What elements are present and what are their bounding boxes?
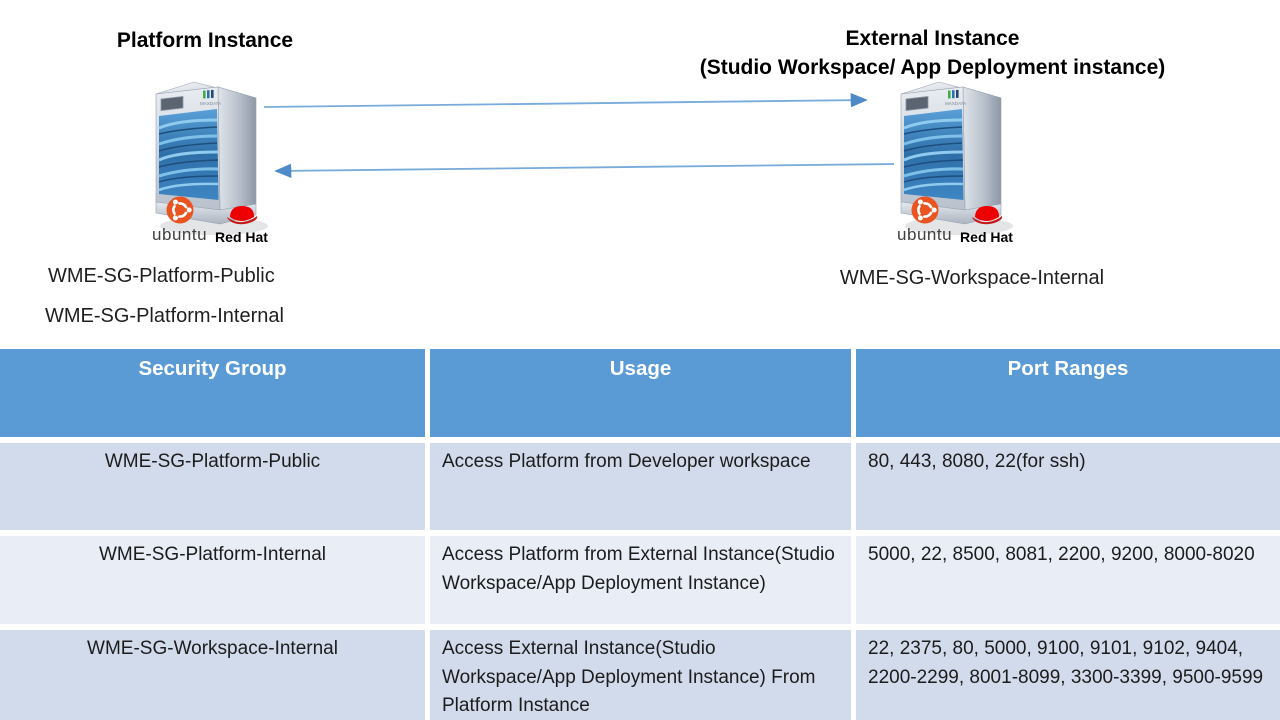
table-cell-r2-c0: WME-SG-Workspace-Internal <box>0 630 425 720</box>
redhat-label: Red Hat <box>960 229 1013 245</box>
label-workspace-internal: WME-SG-Workspace-Internal <box>772 267 1172 290</box>
label-platform-public: WME-SG-Platform-Public <box>48 265 275 288</box>
ubuntu-logo-block: ubuntu <box>152 196 207 245</box>
redhat-logo-block: Red Hat <box>960 200 1013 245</box>
external-os-logos: ubuntu Red Hat <box>887 196 1023 245</box>
ubuntu-logo-icon <box>911 196 939 224</box>
ubuntu-label: ubuntu <box>152 225 207 245</box>
table-header-2: Port Ranges <box>856 349 1280 437</box>
label-platform-internal: WME-SG-Platform-Internal <box>45 305 284 328</box>
ubuntu-logo-icon <box>166 196 194 224</box>
table-cell-r2-c1: Access External Instance(Studio Workspac… <box>430 630 851 720</box>
table-cell-r2-c2: 22, 2375, 80, 5000, 9100, 9101, 9102, 94… <box>856 630 1280 720</box>
architecture-diagram: Platform Instance External Instance (Stu… <box>0 0 1280 349</box>
redhat-logo-block: Red Hat <box>215 200 268 245</box>
redhat-logo-icon <box>970 200 1004 226</box>
table-cell-r1-c1: Access Platform from External Instance(S… <box>430 536 851 624</box>
redhat-logo-icon <box>225 200 259 226</box>
table-cell-r0-c2: 80, 443, 8080, 22(for ssh) <box>856 443 1280 530</box>
table-cell-r1-c0: WME-SG-Platform-Internal <box>0 536 425 624</box>
table-cell-r0-c1: Access Platform from Developer workspace <box>430 443 851 530</box>
platform-os-logos: ubuntu Red Hat <box>142 196 278 245</box>
arrow-right-icon <box>264 100 866 107</box>
arrow-left-icon <box>276 164 894 171</box>
table-header-0: Security Group <box>0 349 425 437</box>
slide: Platform Instance External Instance (Stu… <box>0 0 1280 720</box>
platform-server-unit: MAXDATA <box>148 74 272 254</box>
external-server-unit: ubuntu Red Hat <box>893 74 1017 254</box>
ubuntu-logo-block: ubuntu <box>897 196 952 245</box>
table-cell-r0-c0: WME-SG-Platform-Public <box>0 443 425 530</box>
ubuntu-label: ubuntu <box>897 225 952 245</box>
redhat-label: Red Hat <box>215 229 268 245</box>
security-group-table: Security GroupUsagePort Ranges WME-SG-Pla… <box>0 349 1280 720</box>
table-header-1: Usage <box>430 349 851 437</box>
table-cell-r1-c2: 5000, 22, 8500, 8081, 2200, 9200, 8000-8… <box>856 536 1280 624</box>
